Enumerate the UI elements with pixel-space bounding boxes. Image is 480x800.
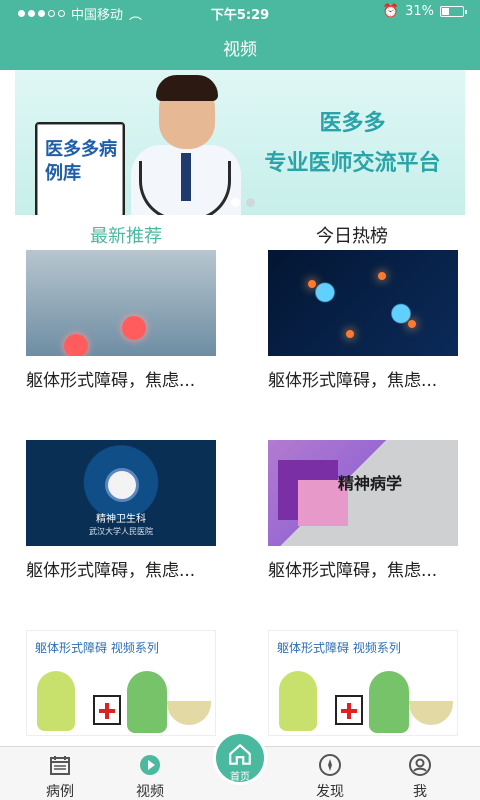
pain-spot bbox=[64, 334, 88, 356]
video-card[interactable]: 躯体形式障碍 视频系列 bbox=[268, 630, 458, 736]
video-thumbnail[interactable]: 躯体形式障碍 视频系列 bbox=[26, 630, 216, 736]
brand-line1: 医多多 bbox=[319, 111, 386, 136]
thumb-caption: 躯体形式障碍 视频系列 bbox=[35, 641, 159, 655]
battery-percent: 31% bbox=[405, 4, 434, 19]
thumb-text: 精神卫生科 bbox=[96, 514, 146, 525]
pager-dot-active[interactable] bbox=[231, 198, 240, 207]
promo-banner[interactable]: 医多多病例库 医多多 专业医师交流平台 bbox=[15, 70, 465, 215]
bowl bbox=[409, 701, 453, 725]
nurse-figure bbox=[37, 671, 75, 731]
home-icon bbox=[229, 743, 251, 765]
content-tabs: 最新推荐 今日热榜 bbox=[0, 218, 480, 248]
brand-text: 医多多 专业医师交流平台 bbox=[245, 105, 460, 177]
tab-latest[interactable]: 最新推荐 bbox=[90, 222, 162, 248]
video-card[interactable]: 躯体形式障碍，焦虑... bbox=[268, 250, 458, 391]
battery-icon bbox=[440, 6, 467, 17]
card-text: 医多多病例库 bbox=[45, 139, 117, 184]
tab-label: 病例 bbox=[46, 784, 74, 800]
calendar-icon bbox=[46, 751, 74, 779]
video-thumbnail[interactable] bbox=[26, 250, 216, 356]
battery-fill bbox=[442, 8, 449, 15]
patient-figure bbox=[127, 671, 167, 733]
bottom-tab-bar: 病例 视频 首页 发现 我 bbox=[0, 731, 480, 800]
nurse-figure bbox=[279, 671, 317, 731]
banner-pager bbox=[231, 198, 255, 207]
pain-spot bbox=[122, 316, 146, 340]
neuron-spark bbox=[346, 330, 354, 338]
tab-trending[interactable]: 今日热榜 bbox=[316, 222, 388, 248]
tab-video[interactable]: 视频 bbox=[115, 751, 185, 800]
doctor-illustration bbox=[115, 75, 255, 215]
video-thumbnail[interactable]: 精神病学 bbox=[268, 440, 458, 546]
video-thumbnail[interactable]: 精神卫生科 武汉大学人民医院 bbox=[26, 440, 216, 546]
status-right: ⏰ 31% bbox=[382, 4, 467, 19]
video-thumbnail[interactable] bbox=[268, 250, 458, 356]
neuron-spark bbox=[408, 320, 416, 328]
pager-dot[interactable] bbox=[246, 198, 255, 207]
status-bar: 中国移动 ︵ 下午5:29 ⏰ 31% bbox=[0, 0, 480, 24]
bowl bbox=[167, 701, 211, 725]
patient-figure bbox=[369, 671, 409, 733]
tab-discover[interactable]: 发现 bbox=[295, 751, 365, 800]
video-title[interactable]: 躯体形式障碍，焦虑... bbox=[26, 366, 216, 391]
home-button[interactable]: 首页 bbox=[213, 731, 267, 785]
video-card[interactable]: 躯体形式障碍，焦虑... bbox=[26, 250, 216, 391]
red-cross-icon bbox=[99, 703, 115, 719]
top-bar: 中国移动 ︵ 下午5:29 ⏰ 31% 视频 bbox=[0, 0, 480, 70]
thumb-text-small: 武汉大学人民医院 bbox=[89, 527, 153, 536]
neuron-spark bbox=[308, 280, 316, 288]
compass-icon bbox=[316, 751, 344, 779]
video-thumbnail[interactable]: 躯体形式障碍 视频系列 bbox=[268, 630, 458, 736]
clipboard: 医多多病例库 bbox=[35, 122, 125, 215]
video-card[interactable]: 精神病学 躯体形式障碍，焦虑... bbox=[268, 440, 458, 581]
video-title[interactable]: 躯体形式障碍，焦虑... bbox=[26, 556, 216, 581]
tab-label: 视频 bbox=[136, 784, 164, 800]
profile-icon bbox=[406, 751, 434, 779]
stethoscope-icon bbox=[139, 161, 231, 215]
thumb-caption: 躯体形式障碍 视频系列 bbox=[277, 641, 401, 655]
alarm-icon: ⏰ bbox=[382, 4, 400, 19]
video-card[interactable]: 躯体形式障碍 视频系列 bbox=[26, 630, 216, 736]
book-title: 精神病学 bbox=[338, 474, 403, 493]
red-cross-icon bbox=[341, 703, 357, 719]
tab-label: 我 bbox=[413, 784, 427, 800]
tab-me[interactable]: 我 bbox=[385, 751, 455, 800]
home-label: 首页 bbox=[230, 772, 250, 783]
video-title[interactable]: 躯体形式障碍，焦虑... bbox=[268, 366, 458, 391]
tab-label: 发现 bbox=[316, 784, 344, 800]
page-title: 视频 bbox=[223, 40, 257, 60]
hospital-logo bbox=[105, 468, 139, 502]
neuron-spark bbox=[378, 272, 386, 280]
brand-line2: 专业医师交流平台 bbox=[264, 151, 441, 176]
video-title[interactable]: 躯体形式障碍，焦虑... bbox=[268, 556, 458, 581]
tab-cases[interactable]: 病例 bbox=[25, 751, 95, 800]
doctor-hair bbox=[156, 75, 218, 101]
play-icon bbox=[136, 751, 164, 779]
video-card[interactable]: 精神卫生科 武汉大学人民医院 躯体形式障碍，焦虑... bbox=[26, 440, 216, 581]
